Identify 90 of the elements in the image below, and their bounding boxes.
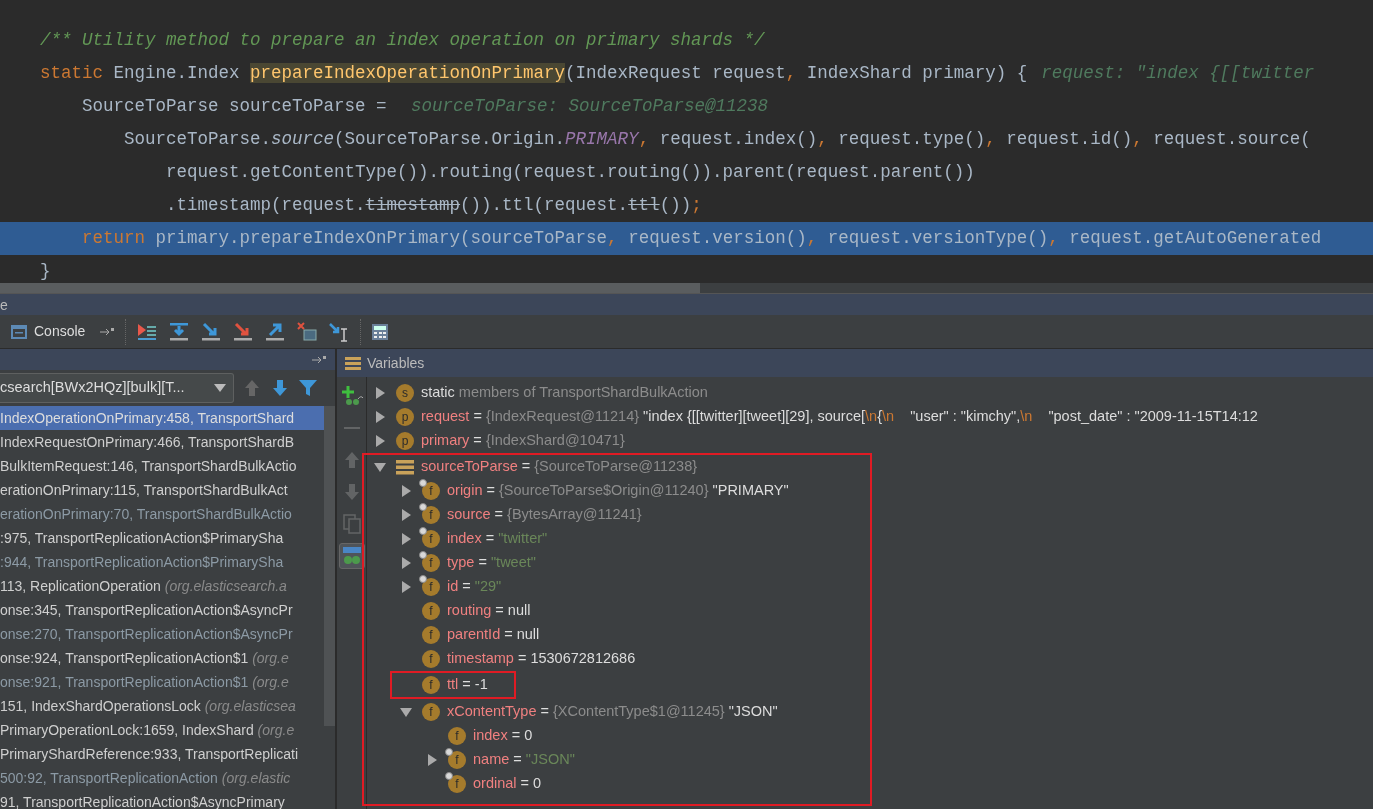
stack-frame[interactable]: PrimaryOperationLock:1659, IndexShard (org.e [0,718,324,742]
member-badge: f [422,602,440,620]
member-badge: s [396,384,414,402]
code-line: return primary.prepareIndexOnPrimary(sourceToParse, request.version(), request.versionType(), request.getAutoGenerated [81,227,1322,250]
code-line: SourceToParse.source(SourceToParse.Origin.PRIMARY, request.index(), request.type(), request.id(), request.source( [123,128,1311,151]
variable-entry: id = "29" [447,577,502,597]
variable-entry: source = {BytesArray@11241} [447,505,642,525]
stack-frame[interactable]: 113, ReplicationOperation (org.elasticsearch.a [0,574,324,598]
member-badge: f [422,554,440,572]
code-line: SourceToParse sourceToParse = [81,95,388,118]
member-badge: f [422,703,440,721]
member-badge: f [448,727,466,745]
variable-entry: index = 0 [473,726,533,746]
stack-frame[interactable]: onse:924, TransportReplicationAction$1 (org.e [0,646,324,670]
variable-entry: parentId = null [447,625,540,645]
member-badge: f [422,650,440,668]
member-badge: f [448,775,466,793]
stack-frame[interactable]: 151, IndexShardOperationsLock (org.elasticsea [0,694,324,718]
tree-arrow-icon[interactable] [374,435,386,447]
step-over-icon[interactable] [168,320,191,343]
console-icon [10,323,28,340]
variable-entry: routing = null [447,601,531,621]
stack-frame[interactable]: 500:92, TransportReplicationAction (org.elastic [0,766,324,790]
tree-arrow-icon[interactable] [426,754,438,766]
variable-entry: request = {IndexRequest@11214} "index {[[twitter][tweet][29], source[\n{\n "user" : "kimchy",\n "post_date" : "2009-11-15T14:12 [421,407,1258,427]
tree-arrow-icon[interactable] [400,485,412,497]
panel-title: Variables [367,353,425,373]
inline-value-hint: sourceToParse: SourceToParse@11238 [411,95,769,118]
variable-entry: timestamp = 1530672812686 [447,649,636,669]
console-tab[interactable]: Console [6,321,90,342]
tree-arrow-icon[interactable] [374,387,386,399]
code-line: request.getContentType()).routing(request.routing()).parent(request.parent()) [165,161,975,184]
stack-frame[interactable]: onse:345, TransportReplicationAction$AsyncPr [0,598,324,622]
stack-frame[interactable]: onse:921, TransportReplicationAction$1 (org.e [0,670,324,694]
stack-frame[interactable]: onse:270, TransportReplicationAction$AsyncPr [0,622,324,646]
member-badge: f [448,751,466,769]
tree-arrow-icon[interactable] [400,557,412,569]
vertical-scrollbar[interactable] [324,406,335,726]
member-badge: f [422,626,440,644]
thread-dropdown[interactable]: csearch[BWx2HQz][bulk][T... [0,373,234,403]
filter-icon[interactable] [298,378,318,398]
tree-arrow-icon[interactable] [374,411,386,423]
member-badge: p [396,408,414,426]
code-line: .timestamp(request.timestamp()).ttl(request.ttl()); [165,194,702,217]
stack-frame[interactable]: :975, TransportReplicationAction$PrimarySha [0,526,324,550]
panel-title: e [0,297,8,313]
horizontal-scrollbar[interactable] [0,283,1373,293]
code-line: } [40,260,51,283]
caret-icon [213,383,227,393]
drop-frame-icon[interactable] [296,320,319,343]
tree-arrow-icon[interactable] [400,509,412,521]
stack-frame[interactable]: erationOnPrimary:70, TransportShardBulkActio [0,502,324,526]
member-badge: f [422,578,440,596]
stack-frame[interactable]: IndexOperationOnPrimary:458, TransportShard [0,406,324,430]
code-line: /** Utility method to prepare an index operation on primary shards */ [40,29,765,52]
variable-entry: static members of TransportShardBulkAction [421,383,708,403]
variable-entry: name = "JSON" [473,750,575,770]
down-arrow-icon[interactable] [270,378,290,398]
member-badge: f [422,506,440,524]
variable-entry: sourceToParse = {SourceToParse@11238} [421,457,698,477]
stack-frame[interactable]: :944, TransportReplicationAction$PrimarySha [0,550,324,574]
variable-entry: xContentType = {XContentType$1@11245} "JSON" [447,702,778,722]
member-badge: f [422,530,440,548]
variable-entry: ttl = -1 [447,675,488,695]
inline-value-hint: request: "index {[[twitter [1041,62,1315,85]
tree-arrow-icon[interactable] [374,461,386,473]
stack-frame[interactable]: IndexRequestOnPrimary:466, TransportShardB [0,430,324,454]
calculator-icon[interactable] [371,322,390,341]
pin-icon[interactable] [311,354,327,365]
variable-entry: type = "tweet" [447,553,536,573]
tree-arrow-icon[interactable] [400,581,412,593]
member-badge: p [396,432,414,450]
force-step-into-icon[interactable] [232,320,255,343]
variable-entry: primary = {IndexShard@10471} [421,431,625,451]
variable-entry: ordinal = 0 [473,774,542,794]
stack-frame[interactable]: 91, TransportReplicationAction$AsyncPrimary [0,790,324,809]
variables-icon [345,356,361,370]
pin-icon[interactable] [99,326,116,337]
stack-frame[interactable]: BulkItemRequest:146, TransportShardBulkActio [0,454,324,478]
code-line: static Engine.Index prepareIndexOperationOnPrimary(IndexRequest request, IndexShard primary) { [40,62,1028,85]
tree-arrow-icon[interactable] [400,706,412,718]
stack-frame[interactable]: erationOnPrimary:115, TransportShardBulkAct [0,478,324,502]
member-badge: f [422,676,440,694]
variable-entry: index = "twitter" [447,529,548,549]
variable-entry: origin = {SourceToParse$Origin@11240} "PRIMARY" [447,481,789,501]
step-into-icon[interactable] [200,320,223,343]
member-badge: f [422,482,440,500]
stack-frame[interactable]: PrimaryShardReference:933, TransportReplicati [0,742,324,766]
object-icon [396,459,414,475]
tree-arrow-icon[interactable] [400,533,412,545]
